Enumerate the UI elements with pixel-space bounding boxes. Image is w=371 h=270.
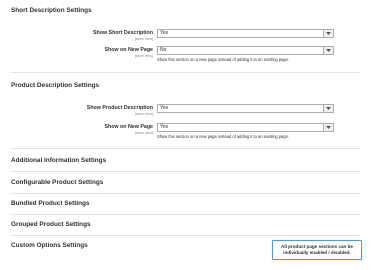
show-product-description-select[interactable]: Yes xyxy=(157,104,334,113)
show-on-new-page-product-select[interactable]: Yes xyxy=(157,123,334,132)
section-title-product-description[interactable]: Product Description Settings xyxy=(11,82,99,89)
show-on-new-page-short-select[interactable]: No xyxy=(157,46,334,55)
scope-text: [store view] xyxy=(134,130,153,135)
label-text: Show Product Description xyxy=(86,105,153,111)
select-value: Yes xyxy=(160,124,169,130)
section-divider xyxy=(11,235,360,236)
field-label-show-product-description: Show Product Description [store view] xyxy=(43,105,153,116)
info-callout: All product page sections can be individ… xyxy=(272,240,362,260)
section-title-bundled-product[interactable]: Bundled Product Settings xyxy=(11,200,89,207)
section-title-grouped-product[interactable]: Grouped Product Settings xyxy=(11,221,91,228)
field-note: Show this section on a new page instead … xyxy=(157,134,289,139)
show-short-description-select[interactable]: Yes xyxy=(157,29,334,38)
field-label-show-on-new-page-short: Show on New Page [store view] xyxy=(43,47,153,58)
chevron-down-icon[interactable] xyxy=(323,105,333,112)
select-value: Yes xyxy=(160,105,169,111)
callout-line-2: individually enabled / disabled. xyxy=(283,250,351,255)
scope-text: [store view] xyxy=(134,53,153,58)
label-text: Show on New Page xyxy=(104,124,153,130)
scope-text: [store view] xyxy=(134,111,153,116)
field-label-show-on-new-page-product: Show on New Page [store view] xyxy=(43,124,153,135)
select-value: Yes xyxy=(160,30,169,36)
scope-text: [store view] xyxy=(134,36,153,41)
section-title-custom-options[interactable]: Custom Options Settings xyxy=(11,242,88,249)
field-label-show-short-description: Show Short Description [store view] xyxy=(43,30,153,41)
chevron-down-icon[interactable] xyxy=(323,124,333,131)
section-divider xyxy=(11,171,360,172)
section-title-short-description[interactable]: Short Description Settings xyxy=(11,7,92,14)
label-text: Show Short Description xyxy=(92,30,153,36)
section-divider xyxy=(11,72,360,73)
section-title-additional-information[interactable]: Additional Information Settings xyxy=(11,157,106,164)
section-divider xyxy=(11,193,360,194)
chevron-down-icon[interactable] xyxy=(323,47,333,54)
section-title-configurable-product[interactable]: Configurable Product Settings xyxy=(11,179,103,186)
field-note: Show this section on a new page instead … xyxy=(157,57,289,62)
select-value: No xyxy=(160,47,167,53)
section-divider xyxy=(11,214,360,215)
chevron-down-icon[interactable] xyxy=(323,30,333,37)
label-text: Show on New Page xyxy=(104,47,153,53)
section-divider xyxy=(11,148,360,149)
